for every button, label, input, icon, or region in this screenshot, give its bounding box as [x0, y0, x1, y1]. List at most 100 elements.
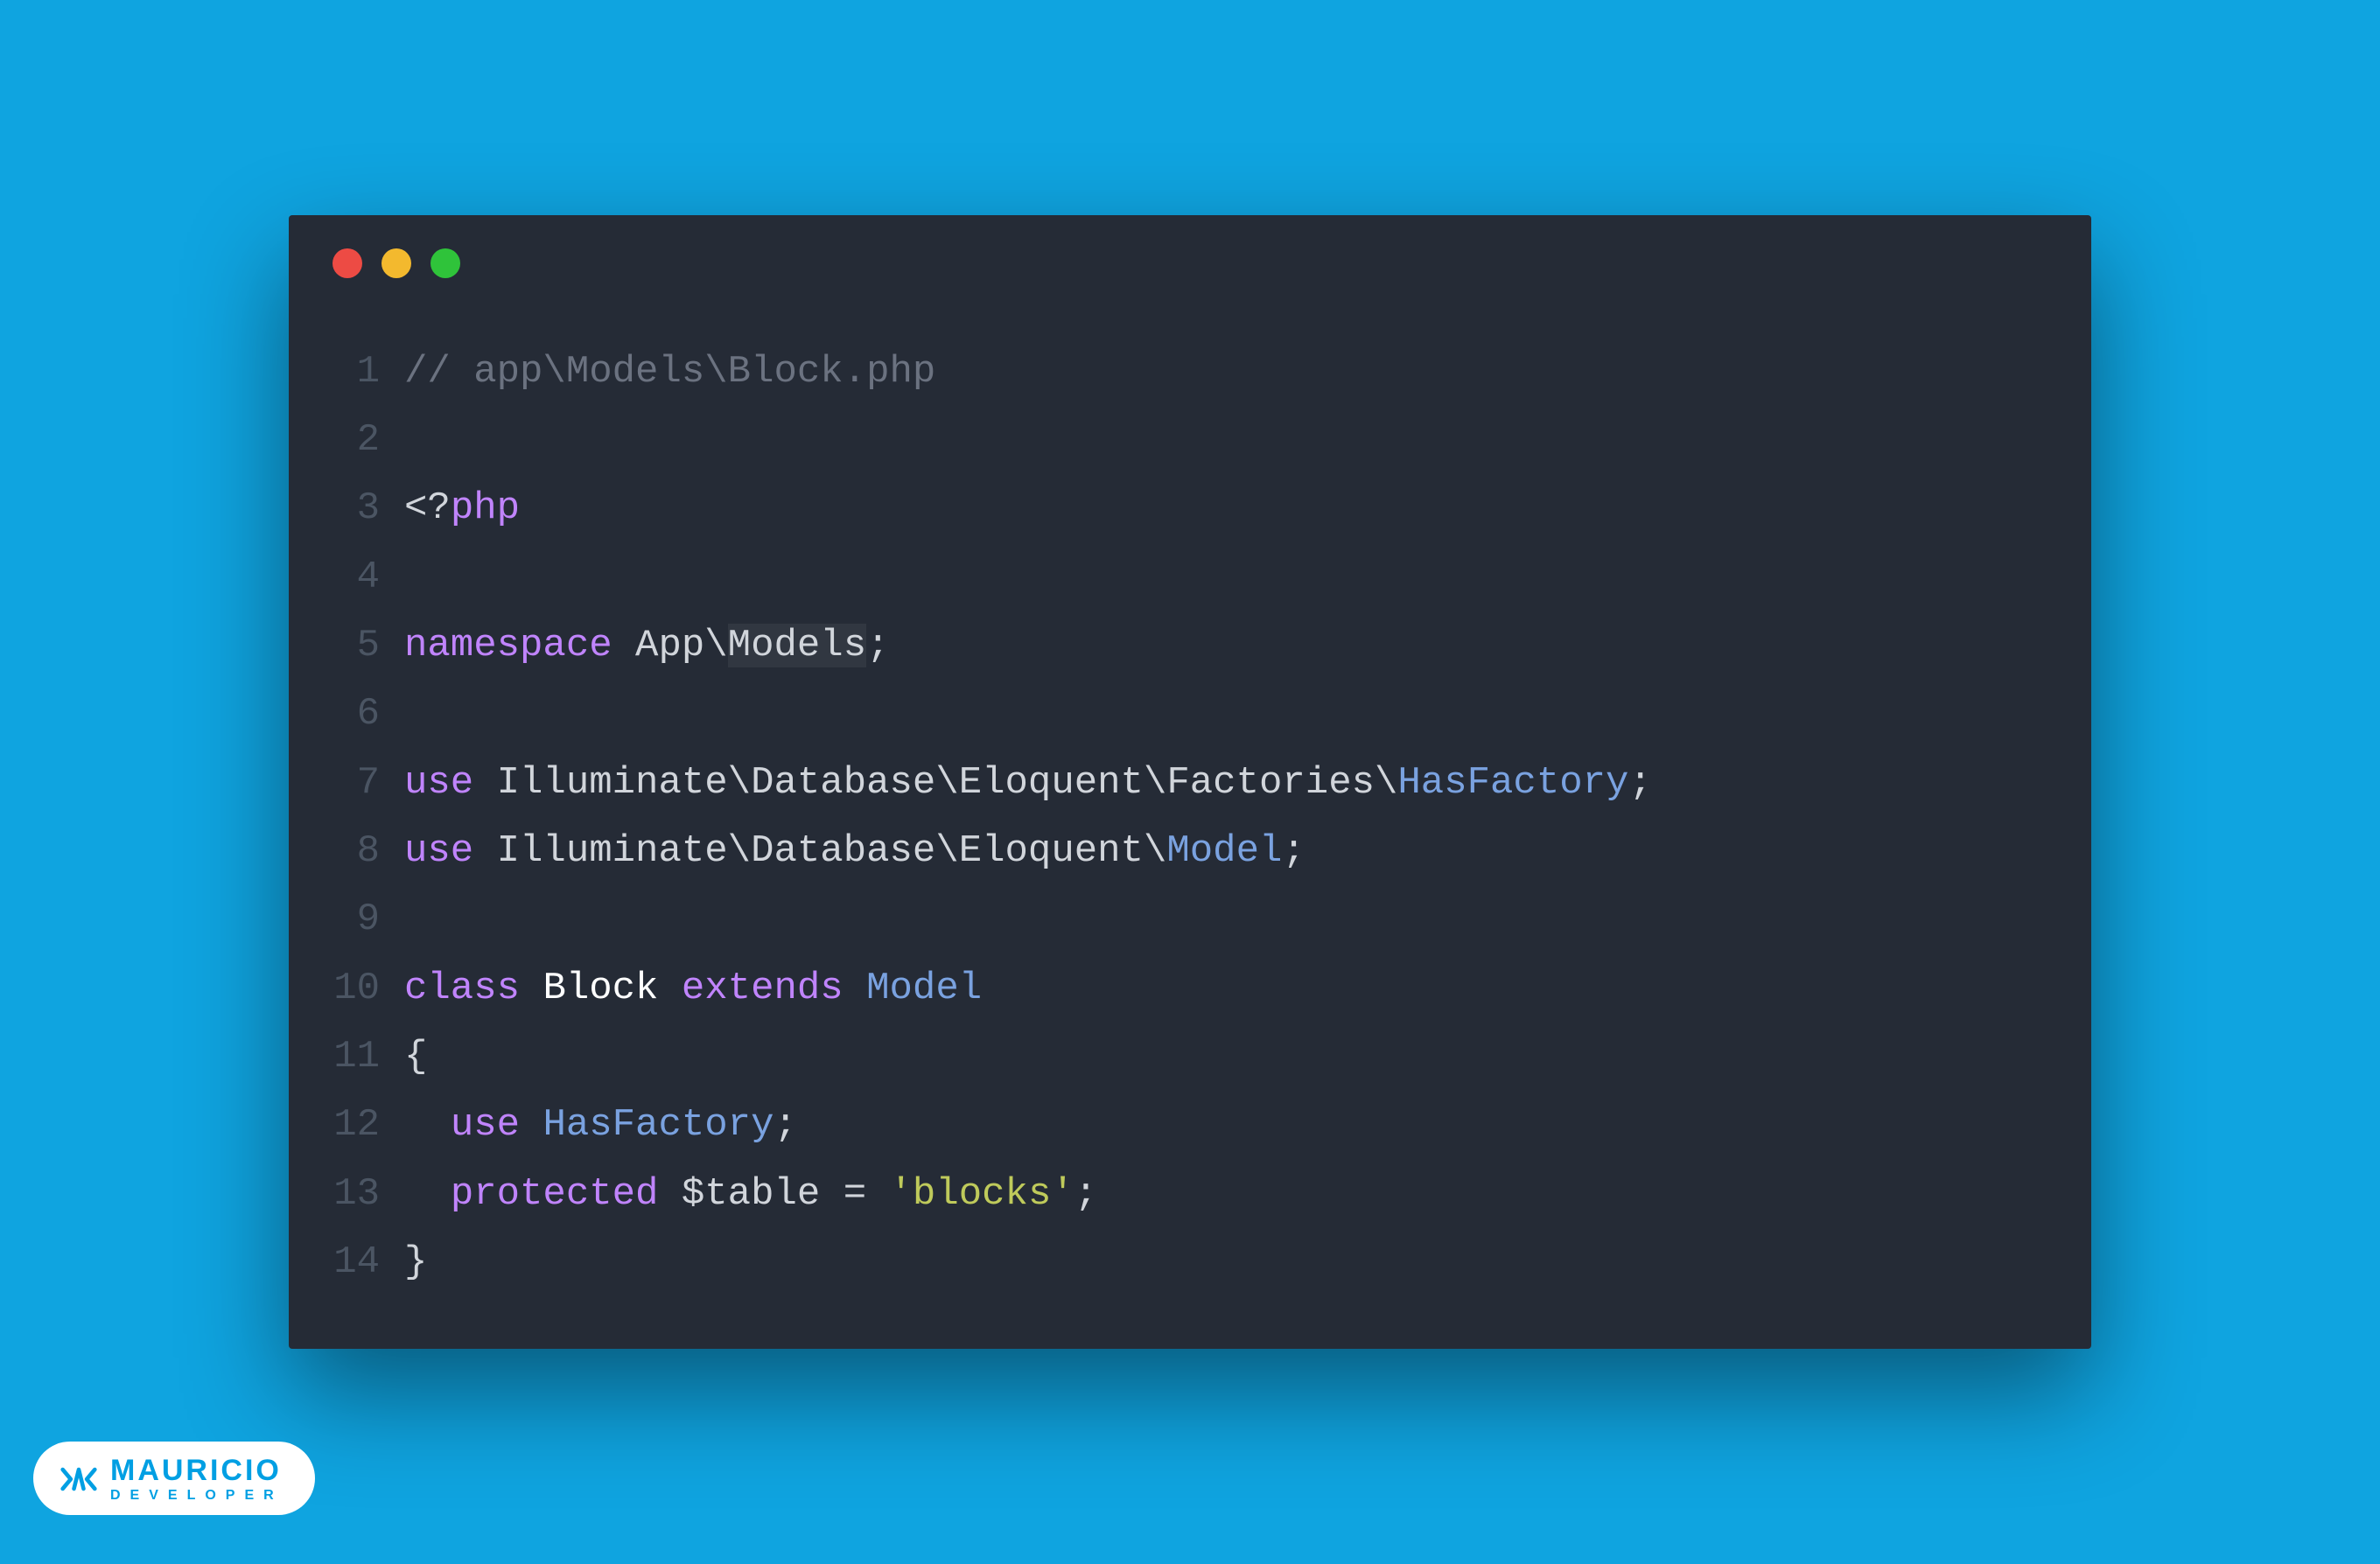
line-code	[404, 680, 2039, 748]
code-token: use	[451, 1103, 520, 1147]
logo-icon	[60, 1460, 98, 1498]
window-minimize-button[interactable]	[382, 248, 411, 278]
code-line: 2	[324, 406, 2039, 474]
code-line: 10class Block extends Model	[324, 954, 2039, 1023]
line-number: 9	[324, 885, 404, 953]
window-close-button[interactable]	[332, 248, 362, 278]
code-line: 3<?php	[324, 474, 2039, 542]
code-line: 6	[324, 680, 2039, 748]
window-zoom-button[interactable]	[430, 248, 460, 278]
code-token	[820, 1172, 843, 1216]
line-code: namespace App\Models;	[404, 611, 2039, 680]
code-token: =	[844, 1172, 866, 1216]
code-line: 14}	[324, 1228, 2039, 1296]
editor-window: 1// app\Models\Block.php2 3<?php4 5names…	[289, 215, 2091, 1349]
badge-name: MAURICIO	[110, 1456, 284, 1485]
line-code: protected $table = 'blocks';	[404, 1160, 2039, 1228]
code-area[interactable]: 1// app\Models\Block.php2 3<?php4 5names…	[289, 311, 2091, 1296]
line-number: 5	[324, 611, 404, 680]
code-token: \	[704, 624, 727, 667]
line-number: 7	[324, 749, 404, 817]
line-number: 10	[324, 954, 404, 1023]
code-line: 4	[324, 543, 2039, 611]
code-token: <?	[404, 486, 451, 530]
code-line: 9	[324, 885, 2039, 953]
code-line: 13 protected $table = 'blocks';	[324, 1160, 2039, 1228]
line-code: }	[404, 1228, 2039, 1296]
code-line: 5namespace App\Models;	[324, 611, 2039, 680]
window-titlebar	[289, 215, 2091, 311]
line-number: 11	[324, 1023, 404, 1091]
code-token	[658, 1172, 681, 1216]
code-token: 'blocks'	[890, 1172, 1074, 1216]
code-token: Factories	[1166, 761, 1375, 805]
code-line: 12 use HasFactory;	[324, 1091, 2039, 1159]
code-token: HasFactory	[542, 1103, 774, 1147]
line-number: 12	[324, 1091, 404, 1159]
code-token	[612, 624, 635, 667]
line-number: 14	[324, 1228, 404, 1296]
line-code: use Illuminate\Database\Eloquent\Factori…	[404, 749, 2039, 817]
code-token: \	[935, 829, 958, 873]
line-number: 6	[324, 680, 404, 748]
author-badge: MAURICIO DEVELOPER	[33, 1442, 315, 1515]
code-token: \	[935, 761, 958, 805]
line-code	[404, 885, 2039, 953]
code-token: namespace	[404, 624, 612, 667]
code-token	[844, 967, 866, 1010]
line-code: use Illuminate\Database\Eloquent\Model;	[404, 817, 2039, 885]
line-number: 4	[324, 543, 404, 611]
code-line: 11{	[324, 1023, 2039, 1091]
code-token: protected	[451, 1172, 659, 1216]
code-token: class	[404, 967, 520, 1010]
line-code: class Block extends Model	[404, 954, 2039, 1023]
code-token	[473, 829, 496, 873]
line-code: {	[404, 1023, 2039, 1091]
line-number: 8	[324, 817, 404, 885]
code-token	[658, 967, 681, 1010]
code-token: use	[404, 829, 473, 873]
line-code	[404, 406, 2039, 474]
code-token: Eloquent	[959, 829, 1144, 873]
code-token: \	[728, 761, 751, 805]
code-token: \	[1375, 761, 1397, 805]
code-token: ;	[774, 1103, 796, 1147]
line-code: <?php	[404, 474, 2039, 542]
code-token: php	[451, 486, 520, 530]
line-code: // app\Models\Block.php	[404, 338, 2039, 406]
code-token: Model	[866, 967, 982, 1010]
code-token: ;	[866, 624, 889, 667]
line-number: 1	[324, 338, 404, 406]
code-token: $table	[682, 1172, 820, 1216]
code-token	[520, 967, 542, 1010]
line-number: 13	[324, 1160, 404, 1228]
code-token: \	[1144, 829, 1166, 873]
code-token: App	[635, 624, 704, 667]
code-token	[404, 1103, 451, 1147]
code-token: Model	[1166, 829, 1282, 873]
code-token	[473, 761, 496, 805]
code-token	[866, 1172, 889, 1216]
code-token: \	[728, 829, 751, 873]
code-token: ;	[1074, 1172, 1097, 1216]
code-token: extends	[682, 967, 844, 1010]
code-token: Illuminate	[497, 761, 728, 805]
code-token: Illuminate	[497, 829, 728, 873]
code-token: ;	[1628, 761, 1651, 805]
code-token: }	[404, 1240, 427, 1284]
badge-subtitle: DEVELOPER	[110, 1489, 284, 1503]
line-number: 3	[324, 474, 404, 542]
code-line: 7use Illuminate\Database\Eloquent\Factor…	[324, 749, 2039, 817]
code-token: use	[404, 761, 473, 805]
code-token: HasFactory	[1397, 761, 1628, 805]
code-token: Block	[542, 967, 658, 1010]
line-code	[404, 543, 2039, 611]
code-token	[404, 1172, 451, 1216]
stage: 1// app\Models\Block.php2 3<?php4 5names…	[0, 0, 2380, 1564]
code-line: 1// app\Models\Block.php	[324, 338, 2039, 406]
code-token: Eloquent	[959, 761, 1144, 805]
line-code: use HasFactory;	[404, 1091, 2039, 1159]
code-token: ;	[1282, 829, 1305, 873]
code-line: 8use Illuminate\Database\Eloquent\Model;	[324, 817, 2039, 885]
code-token	[520, 1103, 542, 1147]
